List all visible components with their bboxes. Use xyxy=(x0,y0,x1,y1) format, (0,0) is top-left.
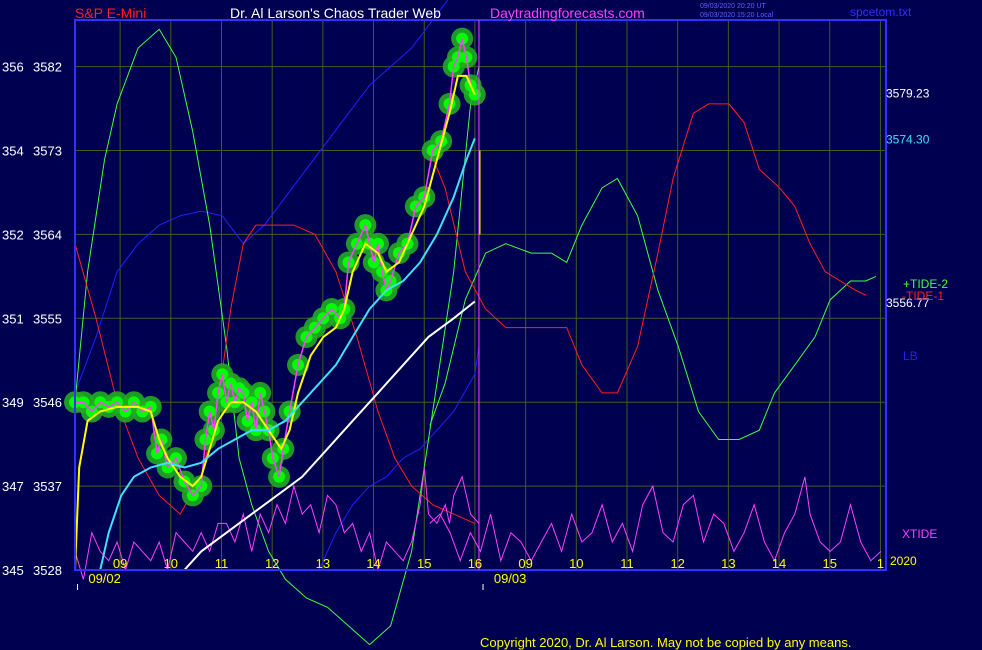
timestamp-ut: 09/03/2020 20:20 UT xyxy=(700,3,766,10)
x-tick-label: 13 xyxy=(316,556,330,571)
day-label: 09/03 xyxy=(494,571,527,586)
x-tick-label: 14 xyxy=(772,556,786,571)
x-tick-label: 1 xyxy=(877,556,884,571)
right-value-label: 3574.30 xyxy=(886,132,930,146)
x-tick-label: 13 xyxy=(721,556,735,571)
band-upper-line xyxy=(74,0,449,394)
legend-label: LB xyxy=(903,349,918,363)
tide2-plus-line xyxy=(429,177,877,440)
y-tick-label-left: 356 xyxy=(2,60,24,75)
chart-stage: 345 3528 347 3537 349 3546 351 3555 352 3564 354 35… xyxy=(0,0,982,650)
day-label: 09/02 xyxy=(88,571,121,586)
site-link[interactable]: Daytradingforecasts.com xyxy=(490,5,645,21)
y-tick-label-left: 349 xyxy=(2,395,24,410)
right-value-label: 3579.23 xyxy=(886,86,930,100)
legend-label: -TIDE-1 xyxy=(902,289,944,303)
timestamp-local: 09/03/2020 15:20 Local xyxy=(700,12,774,19)
copyright: Copyright 2020, Dr. Al Larson. May not b… xyxy=(480,635,851,650)
x-tick-label: 10 xyxy=(569,556,583,571)
x-tick-label: 10 xyxy=(164,556,178,571)
x-tick-label: 14 xyxy=(366,556,380,571)
series-layer xyxy=(64,0,882,646)
legend-label: XTIDE xyxy=(902,527,937,541)
y-tick-label-left: 347 xyxy=(2,479,24,494)
legend-label: 2020 xyxy=(890,554,917,568)
xtide-line-day2 xyxy=(429,476,882,563)
y-tick-label-left: 351 xyxy=(2,311,24,326)
x-tick-label: 15 xyxy=(823,556,837,571)
data-file-label: spcetom.txt xyxy=(850,5,912,19)
x-tick-label: 15 xyxy=(417,556,431,571)
x-tick-label: 12 xyxy=(670,556,684,571)
y-tick-label-right: 3546 xyxy=(33,395,62,410)
y-tick-label-right: 3537 xyxy=(33,479,62,494)
x-tick-label: 11 xyxy=(620,556,634,571)
x-tick-label: 11 xyxy=(215,556,229,571)
chart-title: Dr. Al Larson's Chaos Trader Web xyxy=(230,5,441,21)
y-tick-label-right: 3582 xyxy=(33,60,62,75)
tide-plus-line xyxy=(74,28,480,646)
x-tick-label: 09 xyxy=(113,556,127,571)
x-tick-label: 09 xyxy=(518,556,532,571)
symbol-label: S&P E-Mini xyxy=(75,5,146,21)
band-lower-line xyxy=(318,346,480,571)
y-tick-label-left: 352 xyxy=(2,227,24,242)
x-tick-label: 16 xyxy=(468,556,482,571)
y-tick-label-right: 3528 xyxy=(33,563,62,578)
y-tick-label-left: 345 xyxy=(2,563,24,578)
x-tick-label: 12 xyxy=(265,556,279,571)
chaos-chart: 345 3528 347 3537 349 3546 351 3555 352 3564 354 35… xyxy=(2,0,948,650)
y-tick-label-right: 3573 xyxy=(33,144,62,159)
y-tick-label-right: 3564 xyxy=(33,227,62,242)
y-tick-label-right: 3555 xyxy=(33,311,62,326)
y-tick-label-left: 354 xyxy=(2,144,24,159)
